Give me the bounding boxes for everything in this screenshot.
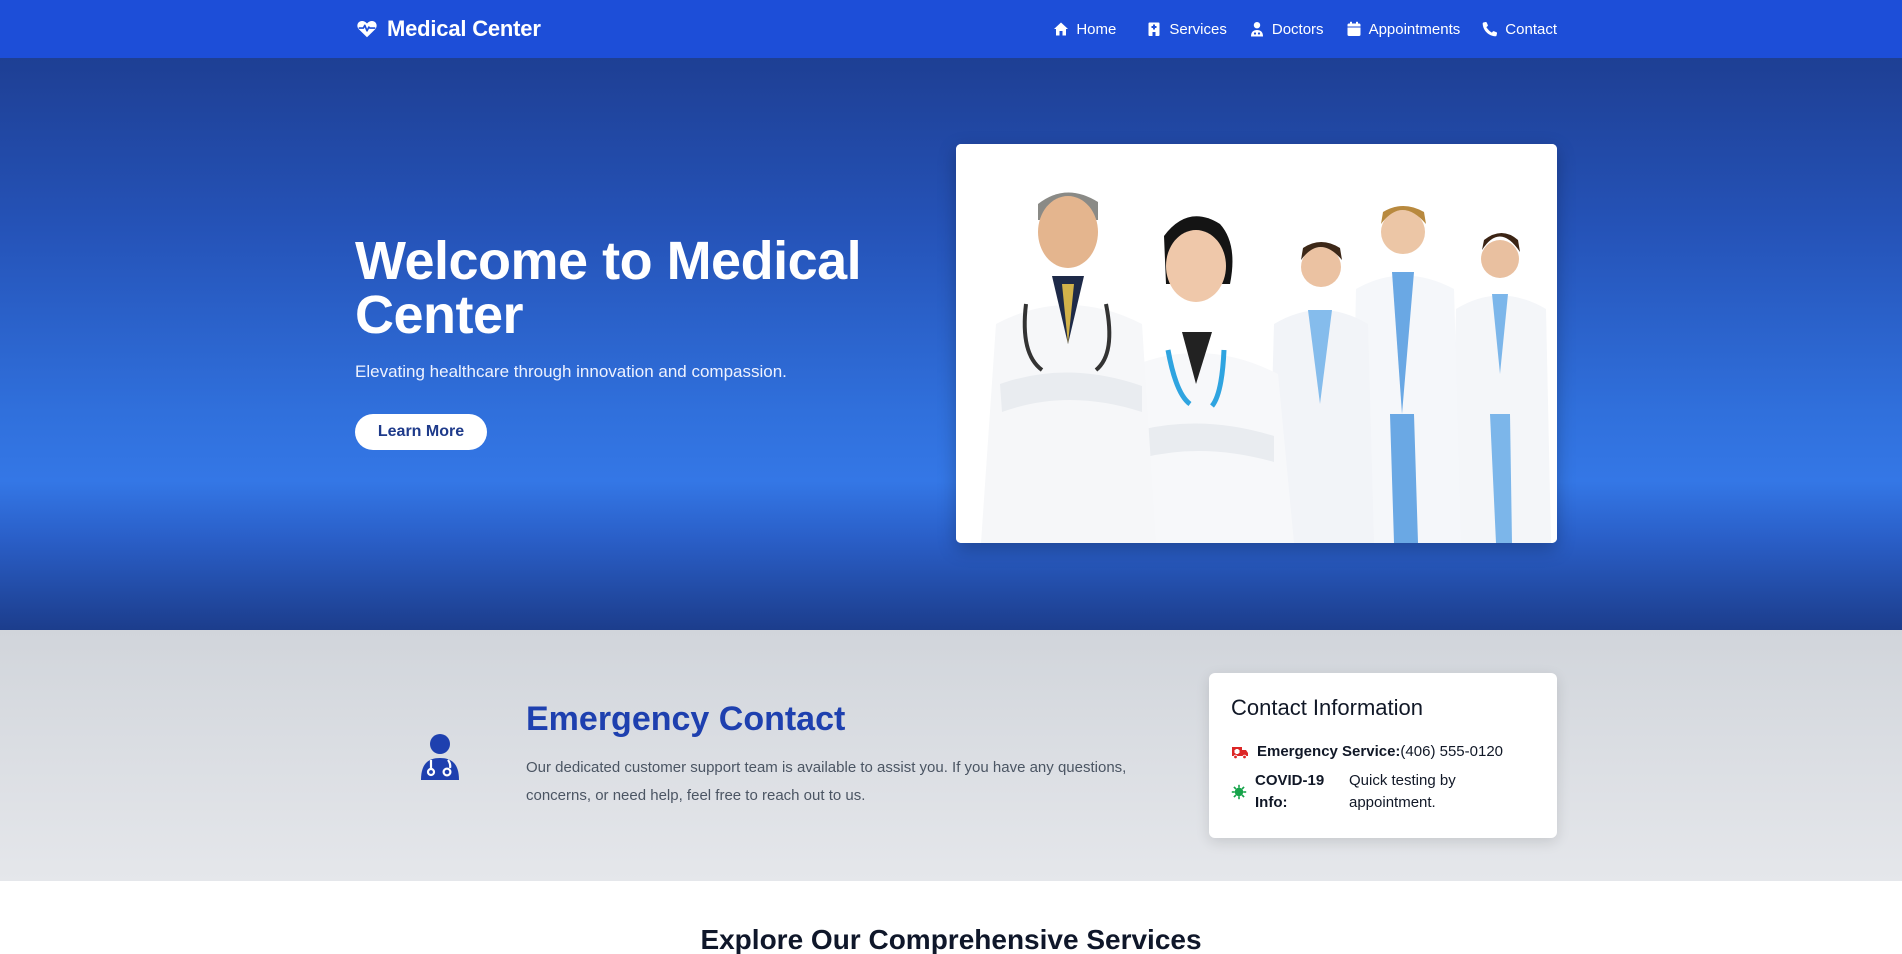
brand-name: Medical Center	[387, 16, 541, 41]
emergency-title: Emergency Contact	[526, 700, 846, 738]
services-section-title: Explore Our Comprehensive Services	[700, 924, 1202, 954]
covid-info-value: Quick testing by appointment.	[1349, 772, 1456, 811]
nav-home[interactable]: Home	[1053, 21, 1116, 38]
hero-subtitle: Elevating healthcare through innovation …	[355, 362, 787, 381]
covid-info-label: COVID-19 Info:	[1255, 772, 1325, 811]
hero-title: Welcome to Medical Center	[355, 231, 862, 345]
nav-menu: Home Services Doctors Appointments Conta…	[1053, 0, 1557, 58]
emergency-phone[interactable]: (406) 555-0120	[1400, 743, 1503, 760]
nav-appointments[interactable]: Appointments	[1346, 20, 1461, 38]
doctor-icon	[421, 734, 459, 780]
emergency-section: Emergency Contact Our dedicated customer…	[0, 630, 1902, 881]
phone-icon	[1482, 21, 1498, 37]
doctors-illustration	[956, 144, 1557, 543]
nav-doctors[interactable]: Doctors	[1249, 21, 1324, 38]
contact-info-card: Contact Information Emergency Service: (4…	[1209, 673, 1557, 838]
nav-appointments-label: Appointments	[1368, 20, 1461, 38]
top-navbar: Medical Center Home Services Doctors App…	[0, 0, 1902, 58]
hero-text: Welcome to Medical Center Elevating heal…	[355, 234, 915, 382]
ambulance-icon	[1232, 746, 1248, 759]
nav-home-label: Home	[1076, 20, 1117, 38]
hospital-icon	[1148, 22, 1160, 36]
brand-logo[interactable]: Medical Center	[355, 14, 541, 44]
emergency-description: Our dedicated customer support team is a…	[526, 759, 1127, 804]
covid-info-row: COVID-19 Info: Quick testing by appointm…	[1231, 770, 1499, 814]
nav-contact[interactable]: Contact	[1482, 21, 1557, 38]
emergency-service-row: Emergency Service: (406) 555-0120	[1231, 743, 1503, 760]
emergency-service-label: Emergency Service:	[1257, 743, 1401, 760]
doctor-icon	[1250, 22, 1263, 37]
nav-doctors-label: Doctors	[1271, 20, 1324, 38]
home-icon	[1054, 22, 1069, 36]
learn-more-button[interactable]: Learn More	[355, 414, 487, 450]
team-of-doctors-photo	[956, 144, 1557, 543]
calendar-icon	[1347, 21, 1361, 36]
virus-icon	[1231, 784, 1247, 800]
contact-card-title: Contact Information	[1231, 695, 1423, 720]
hero-section: Welcome to Medical Center Elevating heal…	[0, 58, 1902, 630]
nav-services[interactable]: Services	[1146, 21, 1227, 38]
nav-services-label: Services	[1169, 20, 1227, 38]
heart-pulse-icon	[357, 21, 377, 38]
nav-contact-label: Contact	[1505, 20, 1557, 38]
